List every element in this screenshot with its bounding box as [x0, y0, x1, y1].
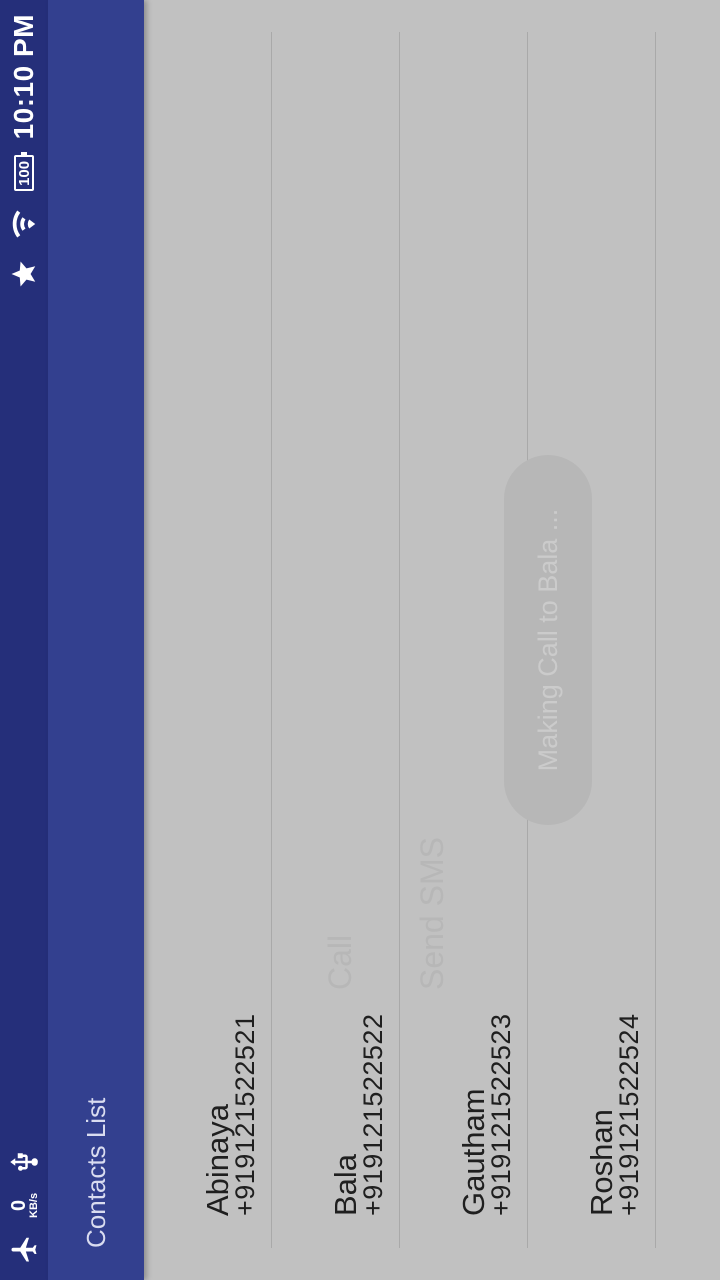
network-speed-value: 0 [7, 1199, 30, 1212]
network-speed: 0 KB/s [7, 1192, 40, 1218]
ghost-menu-call: Call [322, 934, 358, 990]
contact-item[interactable]: Bala +919121522522 [272, 32, 400, 1248]
toast-message: Making Call to Bala ... [504, 455, 592, 825]
contact-phone: +919121522522 [358, 1013, 388, 1216]
network-speed-unit: KB/s [27, 1192, 40, 1218]
status-time: 10:10 PM [8, 14, 39, 140]
ghost-menu-sms: Send SMS [414, 837, 450, 990]
usb-icon [7, 1145, 41, 1179]
page-title: Contacts List [80, 1097, 111, 1248]
contact-phone: +919121522523 [486, 1013, 516, 1216]
status-bar: 0 KB/s 100 10:10 PM [0, 0, 48, 1280]
contact-item[interactable]: Abinaya +919121522521 [144, 32, 272, 1248]
contact-phone: +919121522524 [614, 1013, 644, 1216]
battery-icon: 100 [14, 155, 34, 192]
airplane-mode-icon [7, 1232, 41, 1266]
app-bar: Contacts List [48, 0, 144, 1280]
contact-phone: +919121522521 [230, 1013, 260, 1216]
star-icon [7, 257, 41, 291]
app-screen: 0 KB/s 100 10:10 PM Contacts List Abinay… [0, 0, 720, 1280]
wifi-icon [7, 207, 41, 241]
